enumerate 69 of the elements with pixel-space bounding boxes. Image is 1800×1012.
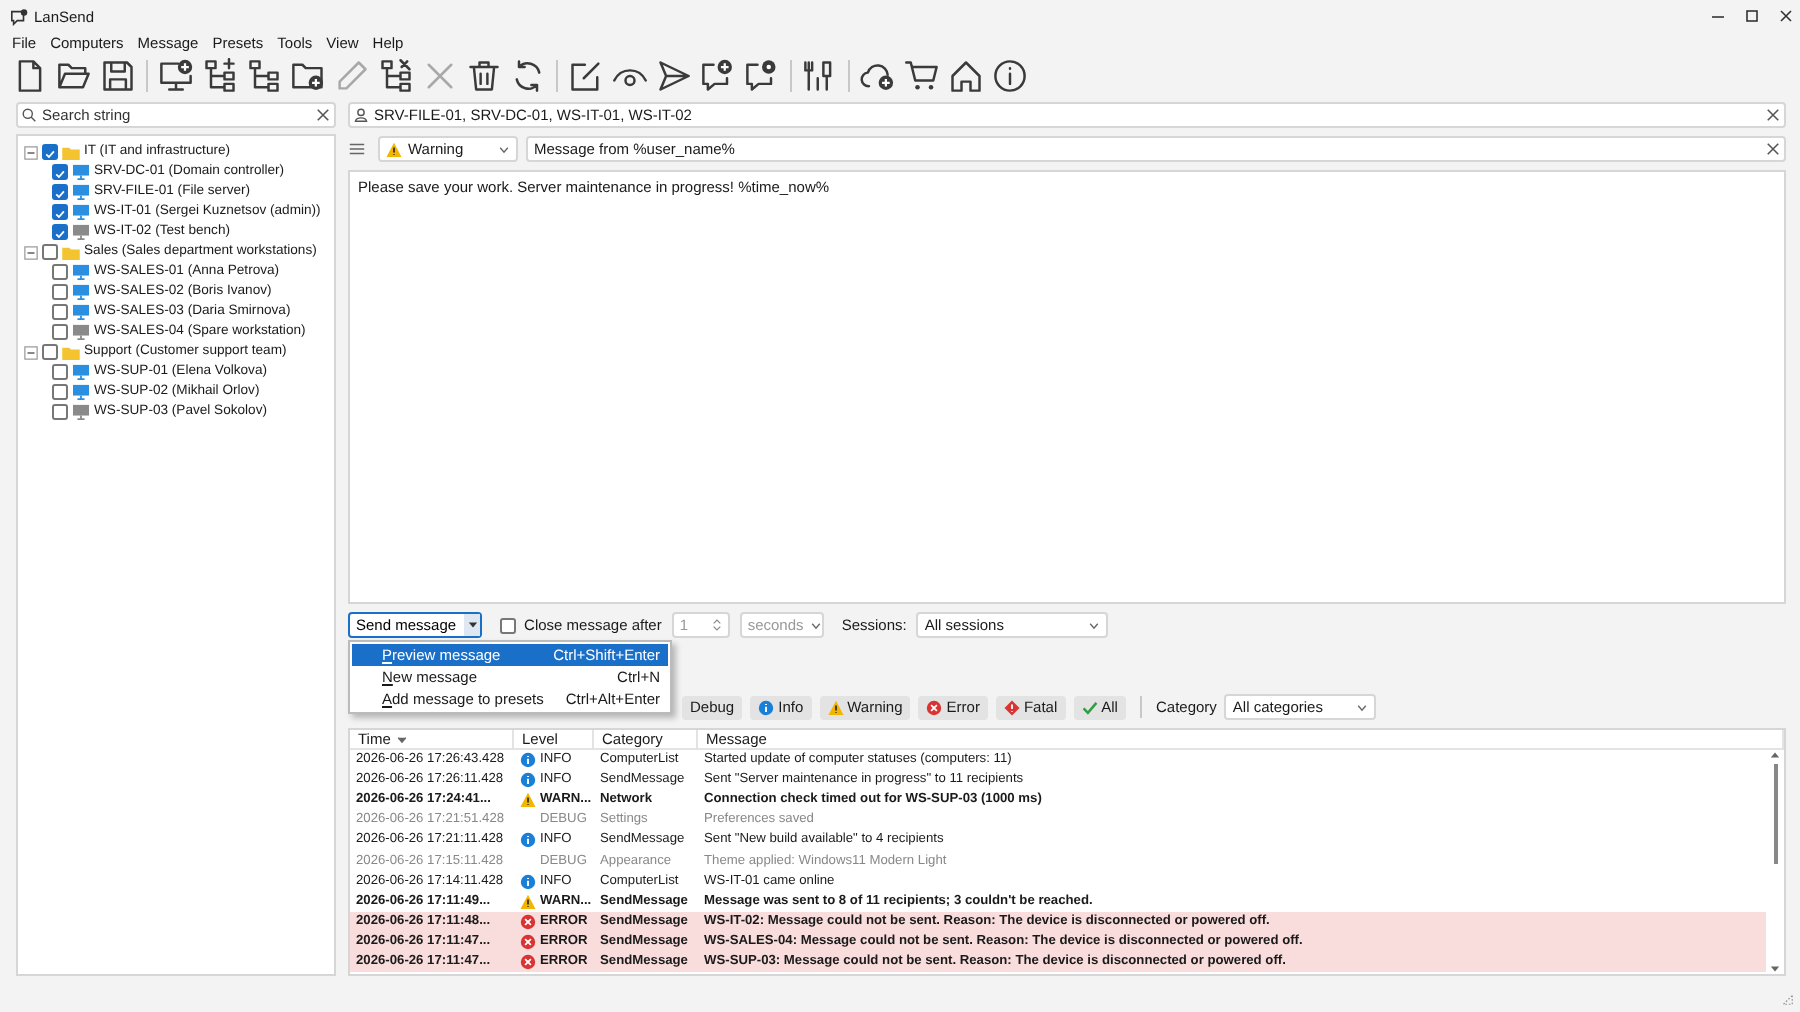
refresh-icon[interactable]	[510, 58, 546, 94]
clear-icon[interactable]	[1766, 142, 1780, 156]
info-icon	[520, 873, 536, 890]
fatal-icon	[1003, 699, 1020, 715]
check-icon	[1081, 699, 1098, 715]
checkbox[interactable]	[52, 384, 68, 400]
trash-icon[interactable]	[466, 58, 502, 94]
chevron-icon	[1356, 701, 1369, 713]
checkbox[interactable]	[52, 184, 68, 200]
add-node-icon[interactable]	[202, 58, 238, 94]
chevron-icon	[809, 619, 822, 631]
info-icon	[520, 752, 536, 769]
checkbox[interactable]	[52, 364, 68, 380]
checkbox[interactable]	[42, 144, 58, 160]
checkbox[interactable]	[52, 224, 68, 240]
checkbox[interactable]	[52, 304, 68, 320]
info-icon	[520, 832, 536, 849]
resize-grip-icon[interactable]	[1780, 992, 1794, 1006]
user-icon	[354, 108, 368, 122]
edit-icon[interactable]	[568, 58, 604, 94]
chat-gear-icon[interactable]	[744, 58, 780, 94]
chat-plus-icon[interactable]	[700, 58, 736, 94]
checkbox[interactable]	[42, 244, 58, 260]
checkbox[interactable]	[52, 204, 68, 220]
cart-icon[interactable]	[904, 58, 940, 94]
scrollbar[interactable]	[1766, 750, 1784, 974]
menu-icon[interactable]	[348, 140, 366, 158]
error-icon	[520, 913, 536, 930]
checkbox[interactable]	[500, 617, 517, 633]
checkbox[interactable]	[52, 164, 68, 180]
info-icon	[758, 699, 775, 715]
warning-icon	[520, 893, 536, 910]
warning-icon	[827, 699, 844, 715]
error-icon	[520, 933, 536, 950]
clear-icon[interactable]	[316, 108, 330, 122]
spin-arrows-icon[interactable]	[711, 618, 722, 632]
open-folder-icon[interactable]	[56, 58, 92, 94]
add-monitor-icon[interactable]	[158, 58, 194, 94]
checkbox[interactable]	[42, 344, 58, 360]
home-icon[interactable]	[948, 58, 984, 94]
checkbox[interactable]	[52, 404, 68, 420]
chevron-icon	[498, 143, 510, 155]
dropdown-arrow-icon[interactable]	[467, 620, 478, 630]
collapse-icon[interactable]	[24, 245, 38, 259]
checkbox[interactable]	[52, 324, 68, 340]
send-icon[interactable]	[656, 58, 692, 94]
warning-icon	[520, 792, 536, 809]
scroll-down-icon[interactable]	[1770, 964, 1780, 974]
error-icon	[926, 699, 943, 715]
app-icon	[10, 7, 28, 25]
search-icon	[22, 108, 36, 122]
tree-icon[interactable]	[246, 58, 282, 94]
collapse-icon[interactable]	[24, 345, 38, 359]
info-icon	[520, 772, 536, 789]
add-folder-icon[interactable]	[290, 58, 326, 94]
cloud-icon[interactable]	[860, 58, 896, 94]
error-icon	[520, 953, 536, 970]
folder-icon	[62, 245, 80, 259]
info-icon[interactable]	[992, 58, 1028, 94]
save-icon[interactable]	[100, 58, 136, 94]
scroll-up-icon[interactable]	[1770, 750, 1780, 760]
checkbox[interactable]	[52, 284, 68, 300]
warning-icon	[386, 141, 402, 157]
chevron-icon	[1088, 619, 1101, 631]
folder-icon	[62, 145, 80, 159]
folder-icon	[62, 345, 80, 359]
collapse-icon[interactable]	[24, 145, 38, 159]
clear-icon[interactable]	[1766, 108, 1780, 122]
checkbox[interactable]	[52, 264, 68, 280]
